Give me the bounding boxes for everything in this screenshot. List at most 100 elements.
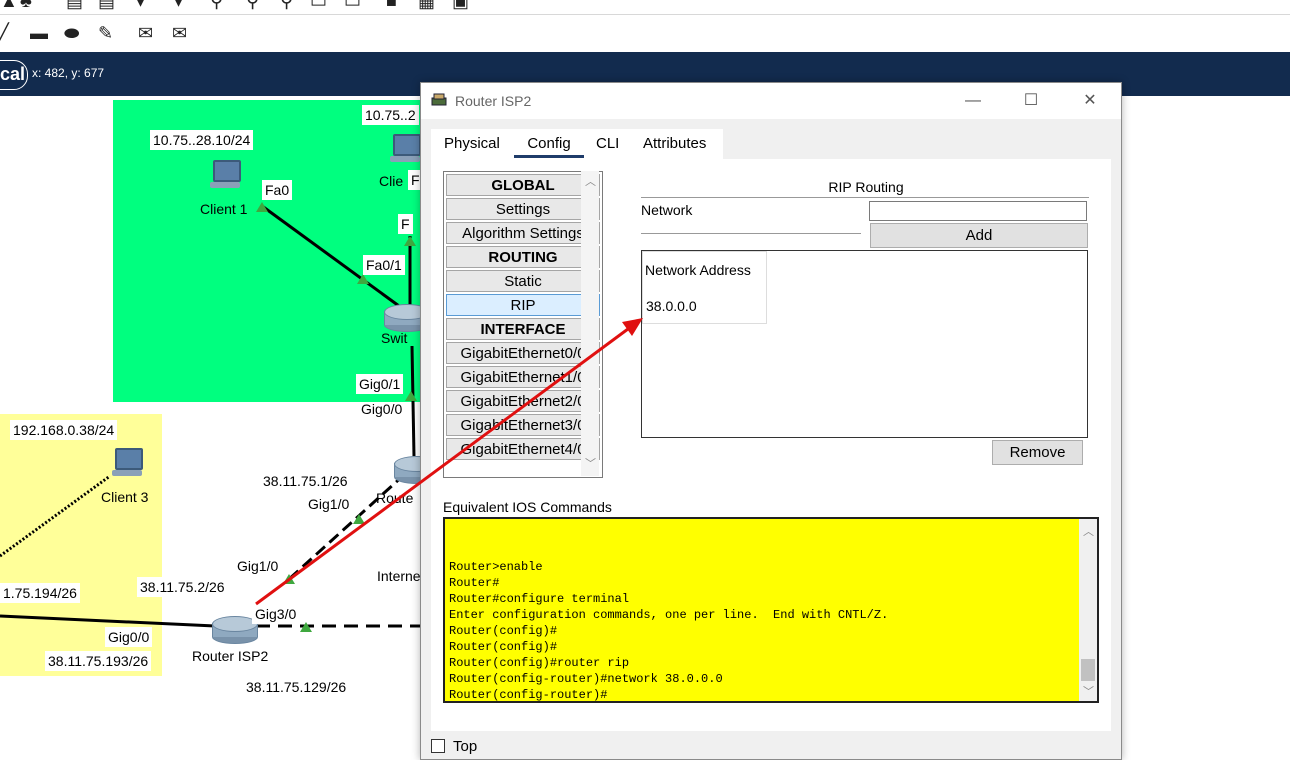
menu-item-global: GLOBAL bbox=[446, 174, 600, 196]
menu-item-routing: ROUTING bbox=[446, 246, 600, 268]
scrollbar-thumb[interactable] bbox=[1081, 659, 1095, 681]
menu-item-gigabitethernet3-0[interactable]: GigabitEthernet3/0 bbox=[446, 414, 600, 436]
cursor-coordinates: x: 482, y: 677 bbox=[32, 66, 105, 80]
gig00-label: Gig0/0 bbox=[361, 401, 403, 417]
left-net-label: 1.75.194/26 bbox=[0, 583, 80, 603]
menu-item-interface: INTERFACE bbox=[446, 318, 600, 340]
console-scrollbar[interactable]: ︿ ﹀ bbox=[1079, 519, 1097, 701]
add-button[interactable]: Add bbox=[870, 223, 1088, 248]
client1-ip-label: 10.75..28.10/24 bbox=[150, 130, 254, 150]
router-icon bbox=[431, 93, 447, 106]
client1-label: Client 1 bbox=[200, 201, 248, 217]
freeform-tool-icon[interactable]: ✎ bbox=[98, 24, 113, 42]
switch-label: Swit bbox=[381, 330, 408, 346]
menu-item-algorithm-settings[interactable]: Algorithm Settings bbox=[446, 222, 600, 244]
maximize-button[interactable]: ☐ bbox=[1019, 91, 1043, 111]
network-address-column: Network Address 38.0.0.0 bbox=[642, 251, 767, 324]
isp2-net193-label: 38.11.75.193/26 bbox=[45, 651, 152, 671]
network-label: Network bbox=[641, 202, 693, 218]
scroll-down-icon[interactable]: ﹀ bbox=[585, 455, 596, 471]
toolbar-icon[interactable]: ■ bbox=[386, 0, 397, 10]
scroll-down-icon[interactable]: ﹀ bbox=[1083, 683, 1094, 699]
network-address-table[interactable]: Network Address 38.0.0.0 bbox=[641, 250, 1088, 438]
toolbar-icon[interactable]: ▭ bbox=[310, 0, 327, 10]
top-checkbox-label: Top bbox=[453, 738, 478, 755]
close-button[interactable]: ✕ bbox=[1078, 91, 1102, 111]
menu-item-gigabitethernet1-0[interactable]: GigabitEthernet1/0 bbox=[446, 366, 600, 388]
internet-label: Interne bbox=[377, 568, 421, 584]
zoom-icon[interactable]: ⚲ bbox=[210, 0, 223, 10]
zoom-icon[interactable]: ⚲ bbox=[280, 0, 293, 10]
ellipse-tool-icon[interactable]: ⬬ bbox=[64, 24, 79, 42]
scroll-up-icon[interactable]: ︿ bbox=[585, 173, 596, 189]
minimize-button[interactable]: — bbox=[961, 91, 985, 111]
client1-port-label: Fa0 bbox=[262, 180, 293, 200]
isp2-gig30-label: Gig3/0 bbox=[252, 604, 300, 624]
gig01-label: Gig0/1 bbox=[356, 374, 404, 394]
isp2-gig10-label: Gig1/0 bbox=[237, 558, 279, 574]
toolbar-icon[interactable]: ▤ bbox=[66, 0, 83, 10]
toolbar-icon[interactable]: ▲ bbox=[0, 0, 18, 10]
line-tool-icon[interactable]: ╱ bbox=[0, 24, 9, 42]
link-client3 bbox=[0, 474, 111, 558]
mode-label[interactable]: cal bbox=[0, 64, 25, 85]
tab-config[interactable]: Config bbox=[514, 133, 584, 158]
menu-item-settings[interactable]: Settings bbox=[446, 198, 600, 220]
toolbar-icon[interactable]: ▤ bbox=[98, 0, 115, 10]
toolbar-icon[interactable]: ♣ bbox=[20, 0, 32, 10]
divider bbox=[641, 197, 1089, 198]
port-marker bbox=[404, 236, 416, 246]
tab-physical[interactable]: Physical bbox=[441, 133, 503, 155]
isp2-net-label: 38.11.75.2/26 bbox=[137, 577, 228, 597]
toolbar-icon[interactable]: ▭ bbox=[344, 0, 361, 10]
menu-item-static[interactable]: Static bbox=[446, 270, 600, 292]
toolbar-icon[interactable]: ▾ bbox=[136, 0, 145, 10]
port-marker bbox=[283, 574, 295, 584]
client3-ip-label: 192.168.0.38/24 bbox=[10, 420, 118, 440]
ios-commands-text: Router>enable Router# Router#configure t… bbox=[449, 560, 889, 702]
client3-label: Client 3 bbox=[101, 489, 149, 505]
router-config-dialog: Router ISP2 — ☐ ✕ Physical Config CLI At… bbox=[420, 82, 1122, 760]
client2-label: Clie bbox=[379, 173, 404, 189]
toolbar-icon[interactable]: ▾ bbox=[174, 0, 183, 10]
rectangle-tool-icon[interactable]: ▬ bbox=[30, 24, 48, 42]
network-row[interactable]: 38.0.0.0 bbox=[646, 298, 697, 314]
client2-pc-icon[interactable] bbox=[390, 134, 421, 164]
switch-fa01-label: Fa0/1 bbox=[363, 255, 405, 275]
client2-ip-label: 10.75..2 bbox=[362, 105, 419, 125]
main-toolbar: ▲ ♣ ▤ ▤ ▾ ▾ ⚲ ⚲ ⚲ ▭ ▭ ■ ▦ ▣ bbox=[0, 0, 1290, 15]
link-switch-router bbox=[410, 345, 416, 457]
zoom-icon[interactable]: ⚲ bbox=[246, 0, 259, 10]
menu-item-rip[interactable]: RIP bbox=[446, 294, 600, 316]
menu-item-gigabitethernet2-0[interactable]: GigabitEthernet2/0 bbox=[446, 390, 600, 412]
client3-pc-icon[interactable] bbox=[112, 448, 143, 478]
tab-attributes[interactable]: Attributes bbox=[640, 133, 709, 155]
dialog-titlebar[interactable]: Router ISP2 — ☐ ✕ bbox=[421, 83, 1121, 119]
tab-cli[interactable]: CLI bbox=[593, 133, 622, 155]
router-gig10-label: Gig1/0 bbox=[308, 496, 350, 512]
menu-item-gigabitethernet4-0[interactable]: GigabitEthernet4/0 bbox=[446, 438, 600, 460]
pdu-message-icon[interactable]: ✉ bbox=[138, 24, 153, 42]
port-marker bbox=[405, 391, 417, 401]
config-menu: GLOBAL Settings Algorithm Settings ROUTING S… bbox=[443, 171, 603, 478]
switch-port-label: F bbox=[398, 214, 413, 234]
scroll-up-icon[interactable]: ︿ bbox=[1083, 523, 1094, 539]
dialog-title: Router ISP2 bbox=[455, 93, 532, 109]
router-isp2-label: Router ISP2 bbox=[192, 648, 269, 664]
port-marker bbox=[300, 622, 312, 632]
ios-commands-console[interactable]: Router>enable Router# Router#configure t… bbox=[443, 517, 1099, 703]
network-input[interactable] bbox=[869, 201, 1087, 221]
top-checkbox[interactable] bbox=[431, 739, 445, 753]
toolbar-icon[interactable]: ▦ bbox=[418, 0, 435, 10]
remove-button[interactable]: Remove bbox=[992, 440, 1083, 465]
port-marker bbox=[357, 274, 369, 284]
client1-pc-icon[interactable] bbox=[210, 160, 241, 190]
router-label: Route bbox=[376, 490, 414, 506]
router-net-label: 38.11.75.1/26 bbox=[260, 471, 351, 491]
router-isp2-icon[interactable] bbox=[212, 616, 258, 644]
menu-scrollbar[interactable]: ︿ ﹀ bbox=[581, 171, 599, 476]
divider bbox=[641, 233, 861, 234]
menu-item-gigabitethernet0-0[interactable]: GigabitEthernet0/0 bbox=[446, 342, 600, 364]
complex-pdu-icon[interactable]: ✉ bbox=[172, 24, 187, 42]
toolbar-icon[interactable]: ▣ bbox=[452, 0, 469, 10]
